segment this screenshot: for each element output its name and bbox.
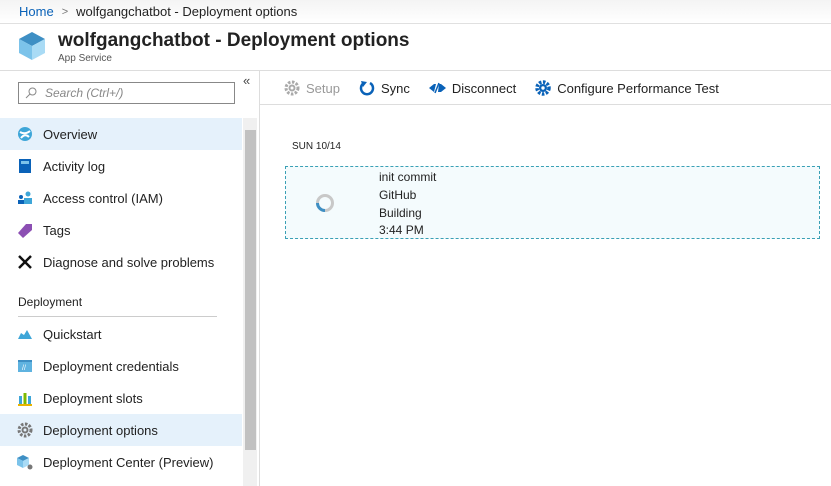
breadcrumb-current: wolfgangchatbot - Deployment options (76, 4, 298, 19)
deployment-entry[interactable]: init commit GitHub Building 3:44 PM (285, 166, 820, 239)
sidebar-item-label: Diagnose and solve problems (43, 254, 215, 270)
gear-icon (284, 80, 300, 96)
sidebar-item-deployment-credentials[interactable]: // Deployment credentials (0, 350, 242, 382)
wrench-icon (17, 254, 33, 270)
sidebar-item-deployment-center[interactable]: Deployment Center (Preview) (0, 446, 242, 478)
disconnect-icon (428, 82, 446, 94)
spinner-icon (316, 194, 334, 212)
commit-message: init commit (379, 170, 437, 184)
deployment-source: GitHub (379, 188, 417, 202)
sidebar-item-label: Overview (43, 126, 98, 142)
breadcrumb: Home > wolfgangchatbot - Deployment opti… (0, 0, 831, 24)
configure-performance-test-label: Configure Performance Test (557, 80, 719, 96)
page-subtitle: App Service (58, 53, 112, 64)
deployment-date-heading: SUN 10/14 (292, 141, 341, 152)
sync-button[interactable]: Sync (359, 80, 410, 96)
collapse-sidebar-button[interactable]: « (243, 73, 250, 88)
sidebar-divider (259, 71, 260, 486)
disconnect-label: Disconnect (451, 80, 517, 96)
deployment-status: Building (379, 206, 422, 220)
app-service-cube-icon (19, 32, 45, 60)
search-placeholder: Search (Ctrl+/) (45, 86, 124, 100)
iam-icon (17, 190, 33, 206)
sidebar-item-label: Tags (43, 222, 71, 238)
command-bar: Setup Sync Disconnect Configure Performa… (260, 72, 831, 105)
disconnect-button[interactable]: Disconnect (428, 80, 517, 96)
page-title: wolfgangchatbot - Deployment options (58, 30, 410, 51)
section-heading-deployment: Deployment (18, 295, 83, 309)
sidebar-item-label: Deployment credentials (43, 358, 179, 374)
chevron-right-icon: > (61, 5, 69, 18)
sidebar-item-label: Access control (IAM) (43, 190, 163, 206)
sidebar-item-tags[interactable]: Tags (0, 214, 242, 246)
gear-icon (17, 422, 33, 438)
slots-icon (17, 390, 33, 406)
search-input[interactable]: Search (Ctrl+/) (18, 82, 235, 104)
sidebar-item-deployment-options[interactable]: Deployment options (0, 414, 242, 446)
sidebar-item-diagnose[interactable]: Diagnose and solve problems (0, 246, 242, 278)
tag-icon (17, 222, 33, 238)
sidebar-scrollbar-thumb[interactable] (245, 130, 256, 450)
overview-icon (17, 126, 33, 142)
sync-icon (359, 81, 375, 96)
sidebar-item-deployment-slots[interactable]: Deployment slots (0, 382, 242, 414)
cloud-icon (17, 326, 33, 342)
breadcrumb-home-link[interactable]: Home (19, 4, 54, 19)
sidebar-item-label: Quickstart (43, 326, 102, 342)
sidebar-item-label: Activity log (43, 158, 106, 174)
configure-performance-test-button[interactable]: Configure Performance Test (535, 80, 719, 96)
setup-label: Setup (306, 80, 340, 96)
sidebar-item-label: Deployment Center (Preview) (43, 454, 214, 470)
gear-icon (535, 80, 551, 96)
deployment-time: 3:44 PM (379, 223, 424, 237)
sidebar-item-activity-log[interactable]: Activity log (0, 150, 242, 182)
sidebar-item-access-control[interactable]: Access control (IAM) (0, 182, 242, 214)
sidebar-item-overview[interactable]: Overview (0, 118, 242, 150)
sidebar-item-label: Deployment options (43, 422, 158, 438)
search-icon (25, 87, 37, 99)
sidebar-item-quickstart[interactable]: Quickstart (0, 318, 242, 350)
sidebar-item-label: Deployment slots (43, 390, 143, 406)
setup-button[interactable]: Setup (284, 80, 340, 96)
header-divider (0, 70, 831, 71)
sync-label: Sync (380, 80, 410, 96)
activity-log-icon (17, 158, 33, 174)
deployment-center-icon (17, 454, 33, 470)
svg-text://: // (22, 365, 26, 372)
section-divider (18, 316, 217, 317)
credentials-icon: // (17, 358, 33, 374)
